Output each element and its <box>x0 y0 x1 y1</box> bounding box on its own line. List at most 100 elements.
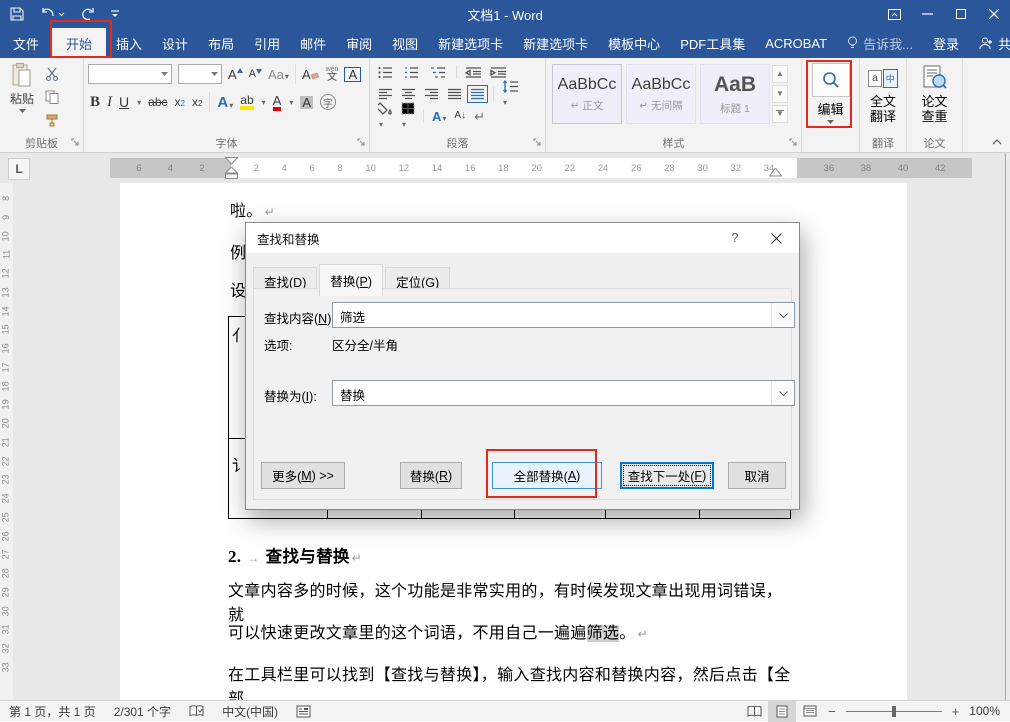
tab-layout[interactable]: 布局 <box>198 28 244 58</box>
borders-button[interactable]: ▾ <box>401 102 415 130</box>
character-shading-button[interactable]: A <box>300 96 313 109</box>
collapse-ribbon-icon[interactable] <box>992 133 1002 148</box>
decrease-indent-button[interactable] <box>465 66 482 79</box>
tab-stop-selector[interactable]: L <box>8 158 30 180</box>
style-card-heading1[interactable]: AaB 标题 1 <box>700 64 770 124</box>
clipboard-dialog-launcher-icon[interactable] <box>71 135 80 150</box>
print-layout-icon[interactable] <box>768 701 796 722</box>
highlight-color-button[interactable]: ab <box>240 94 253 110</box>
replace-with-combo[interactable]: 替换 <box>332 380 795 406</box>
font-color-button[interactable]: A <box>273 94 282 111</box>
zoom-out-button[interactable]: − <box>824 704 840 719</box>
find-what-combo[interactable]: 筛选 <box>332 302 795 328</box>
phonetic-guide-button[interactable]: wén 文 <box>326 66 339 83</box>
tab-acrobat[interactable]: ACROBAT <box>755 28 837 58</box>
bold-button[interactable]: B <box>90 95 100 110</box>
font-name-combo[interactable] <box>88 64 172 84</box>
proofing-icon[interactable] <box>180 701 213 721</box>
font-size-combo[interactable] <box>178 64 222 84</box>
share-button[interactable]: 共享 <box>969 28 1010 58</box>
web-layout-icon[interactable] <box>796 701 824 722</box>
increase-indent-button[interactable] <box>490 66 507 79</box>
copy-icon[interactable] <box>42 88 62 106</box>
paper-check-button[interactable]: 论文查重 <box>911 61 958 125</box>
character-border-button[interactable]: A <box>344 67 361 82</box>
strikethrough-button[interactable]: abc <box>148 96 167 108</box>
page-indicator[interactable]: 第 1 页，共 1 页 <box>0 701 105 721</box>
tab-file[interactable]: 文件 <box>0 28 52 58</box>
styles-scroll-up-icon[interactable]: ▲ <box>772 65 788 83</box>
tab-design[interactable]: 设计 <box>152 28 198 58</box>
dialog-tab-replace[interactable]: 替换(P) <box>319 264 383 296</box>
align-center-button[interactable] <box>401 88 416 100</box>
shrink-font-button[interactable]: A <box>249 69 262 80</box>
zoom-slider-thumb[interactable] <box>892 706 896 717</box>
read-mode-icon[interactable] <box>740 701 768 722</box>
align-right-button[interactable] <box>424 88 439 100</box>
word-count[interactable]: 2/301 个字 <box>105 701 180 721</box>
first-line-indent-marker[interactable] <box>225 157 238 165</box>
show-hide-marks-button[interactable]: ↵ <box>474 110 485 123</box>
line-spacing-button[interactable]: ▾ <box>502 80 519 108</box>
sort-button[interactable]: A↓ <box>454 111 466 121</box>
chevron-down-icon[interactable] <box>771 381 794 405</box>
cut-icon[interactable] <box>42 65 62 83</box>
highlight-dropdown-icon[interactable]: ▾ <box>262 98 266 107</box>
tab-mailings[interactable]: 邮件 <box>290 28 336 58</box>
styles-scroll-down-icon[interactable]: ▼ <box>772 85 788 103</box>
shading-button[interactable]: ▾ <box>378 102 393 130</box>
tab-view[interactable]: 视图 <box>382 28 428 58</box>
clear-formatting-button[interactable]: A <box>302 68 320 81</box>
align-left-button[interactable] <box>378 88 393 100</box>
underline-button[interactable]: U <box>119 95 129 109</box>
font-color-dropdown-icon[interactable]: ▾ <box>289 98 293 107</box>
replace-button[interactable]: 替换(R) <box>400 462 462 489</box>
tab-new-tab-2[interactable]: 新建选项卡 <box>513 28 598 58</box>
tab-review[interactable]: 审阅 <box>336 28 382 58</box>
justify-button[interactable] <box>447 88 462 100</box>
paragraph-dialog-launcher-icon[interactable] <box>533 135 542 150</box>
language-indicator[interactable]: 中文(中国) <box>213 701 287 721</box>
tab-pdf-tools[interactable]: PDF工具集 <box>670 28 755 58</box>
tell-me-box[interactable]: 告诉我... <box>837 28 923 58</box>
text-effects-button[interactable]: A▾ <box>217 95 233 110</box>
chevron-down-icon[interactable] <box>771 303 794 327</box>
grow-font-button[interactable]: A <box>228 68 243 81</box>
underline-dropdown-icon[interactable]: ▾ <box>137 98 141 107</box>
sign-in-button[interactable]: 登录 <box>923 28 969 58</box>
dialog-help-button[interactable]: ? <box>716 223 754 253</box>
multilevel-list-button[interactable] <box>430 66 448 79</box>
dialog-title-bar[interactable]: 查找和替换 ? <box>246 223 799 253</box>
subscript-button[interactable]: x2 <box>175 96 185 108</box>
format-painter-icon[interactable] <box>42 111 62 129</box>
tab-insert[interactable]: 插入 <box>106 28 152 58</box>
dialog-close-icon[interactable] <box>754 223 799 253</box>
tab-new-tab-1[interactable]: 新建选项卡 <box>428 28 513 58</box>
zoom-level[interactable]: 100% <box>963 704 1010 718</box>
ribbon-display-options-icon[interactable] <box>878 0 911 28</box>
hanging-indent-marker[interactable] <box>225 167 238 179</box>
numbered-list-button[interactable] <box>404 66 422 79</box>
distribute-button[interactable] <box>470 88 485 100</box>
tab-template-center[interactable]: 模板中心 <box>598 28 670 58</box>
bullet-list-button[interactable] <box>378 66 396 79</box>
superscript-button[interactable]: x2 <box>192 96 202 108</box>
asian-layout-button[interactable]: A▾ <box>432 110 446 123</box>
style-card-no-spacing[interactable]: AaBbCc ↵ 无间隔 <box>626 64 696 124</box>
style-card-normal[interactable]: AaBbCc ↵ 正文 <box>552 64 622 124</box>
zoom-in-button[interactable]: + <box>948 704 964 719</box>
find-next-button[interactable]: 查找下一处(F) <box>620 462 714 489</box>
vertical-scrollbar[interactable] <box>1005 153 1010 700</box>
ime-mode-icon[interactable] <box>287 701 320 721</box>
full-text-translate-button[interactable]: a 中 全文翻译 <box>864 61 902 125</box>
tab-references[interactable]: 引用 <box>244 28 290 58</box>
enclose-characters-button[interactable]: 字 <box>320 94 336 110</box>
close-button[interactable] <box>977 0 1010 28</box>
right-indent-marker[interactable] <box>769 168 782 177</box>
italic-button[interactable]: I <box>107 95 112 110</box>
maximize-button[interactable] <box>944 0 977 28</box>
styles-dialog-launcher-icon[interactable] <box>789 135 798 150</box>
paste-button[interactable]: 粘贴 <box>4 61 40 133</box>
cancel-button[interactable]: 取消 <box>728 462 786 489</box>
minimize-button[interactable] <box>911 0 944 28</box>
